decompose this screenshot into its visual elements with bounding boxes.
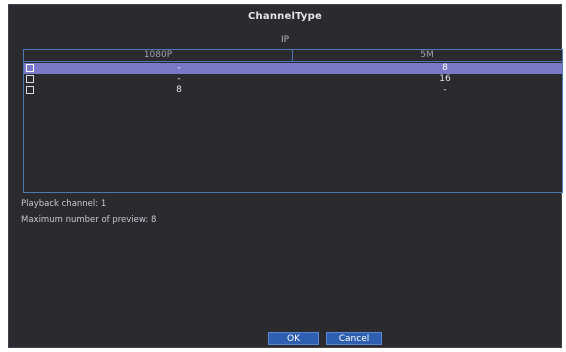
table-row[interactable]: 8 - <box>24 85 562 96</box>
channel-type-table: 1080P 5M - 8 - 16 8 - <box>23 49 563 193</box>
max-preview-text: Maximum number of preview: 8 <box>21 215 157 225</box>
row-cell-1080p: - <box>177 74 181 84</box>
ok-button[interactable]: OK <box>268 332 319 345</box>
row-cell-1080p: 8 <box>176 85 182 95</box>
row-cell-5m: 16 <box>439 74 451 84</box>
row-checkbox[interactable] <box>26 86 34 94</box>
section-label-ip: IP <box>280 35 290 45</box>
column-header-5m: 5M <box>420 50 434 60</box>
cancel-button[interactable]: Cancel <box>326 332 382 345</box>
row-cell-5m: - <box>443 85 447 95</box>
table-row[interactable]: - 16 <box>24 74 562 85</box>
table-row[interactable]: - 8 <box>24 63 562 74</box>
column-header-1080p: 1080P <box>143 50 173 60</box>
channel-type-dialog: ChannelType IP 1080P 5M - 8 - 16 8 - Pla… <box>8 4 563 348</box>
playback-channel-text: Playback channel: 1 <box>21 199 107 209</box>
table-header: 1080P 5M <box>24 50 562 62</box>
row-cell-5m: 8 <box>442 63 448 73</box>
dialog-title: ChannelType <box>248 11 322 22</box>
row-checkbox[interactable] <box>26 64 34 72</box>
row-cell-1080p: - <box>177 63 181 73</box>
row-checkbox[interactable] <box>26 75 34 83</box>
